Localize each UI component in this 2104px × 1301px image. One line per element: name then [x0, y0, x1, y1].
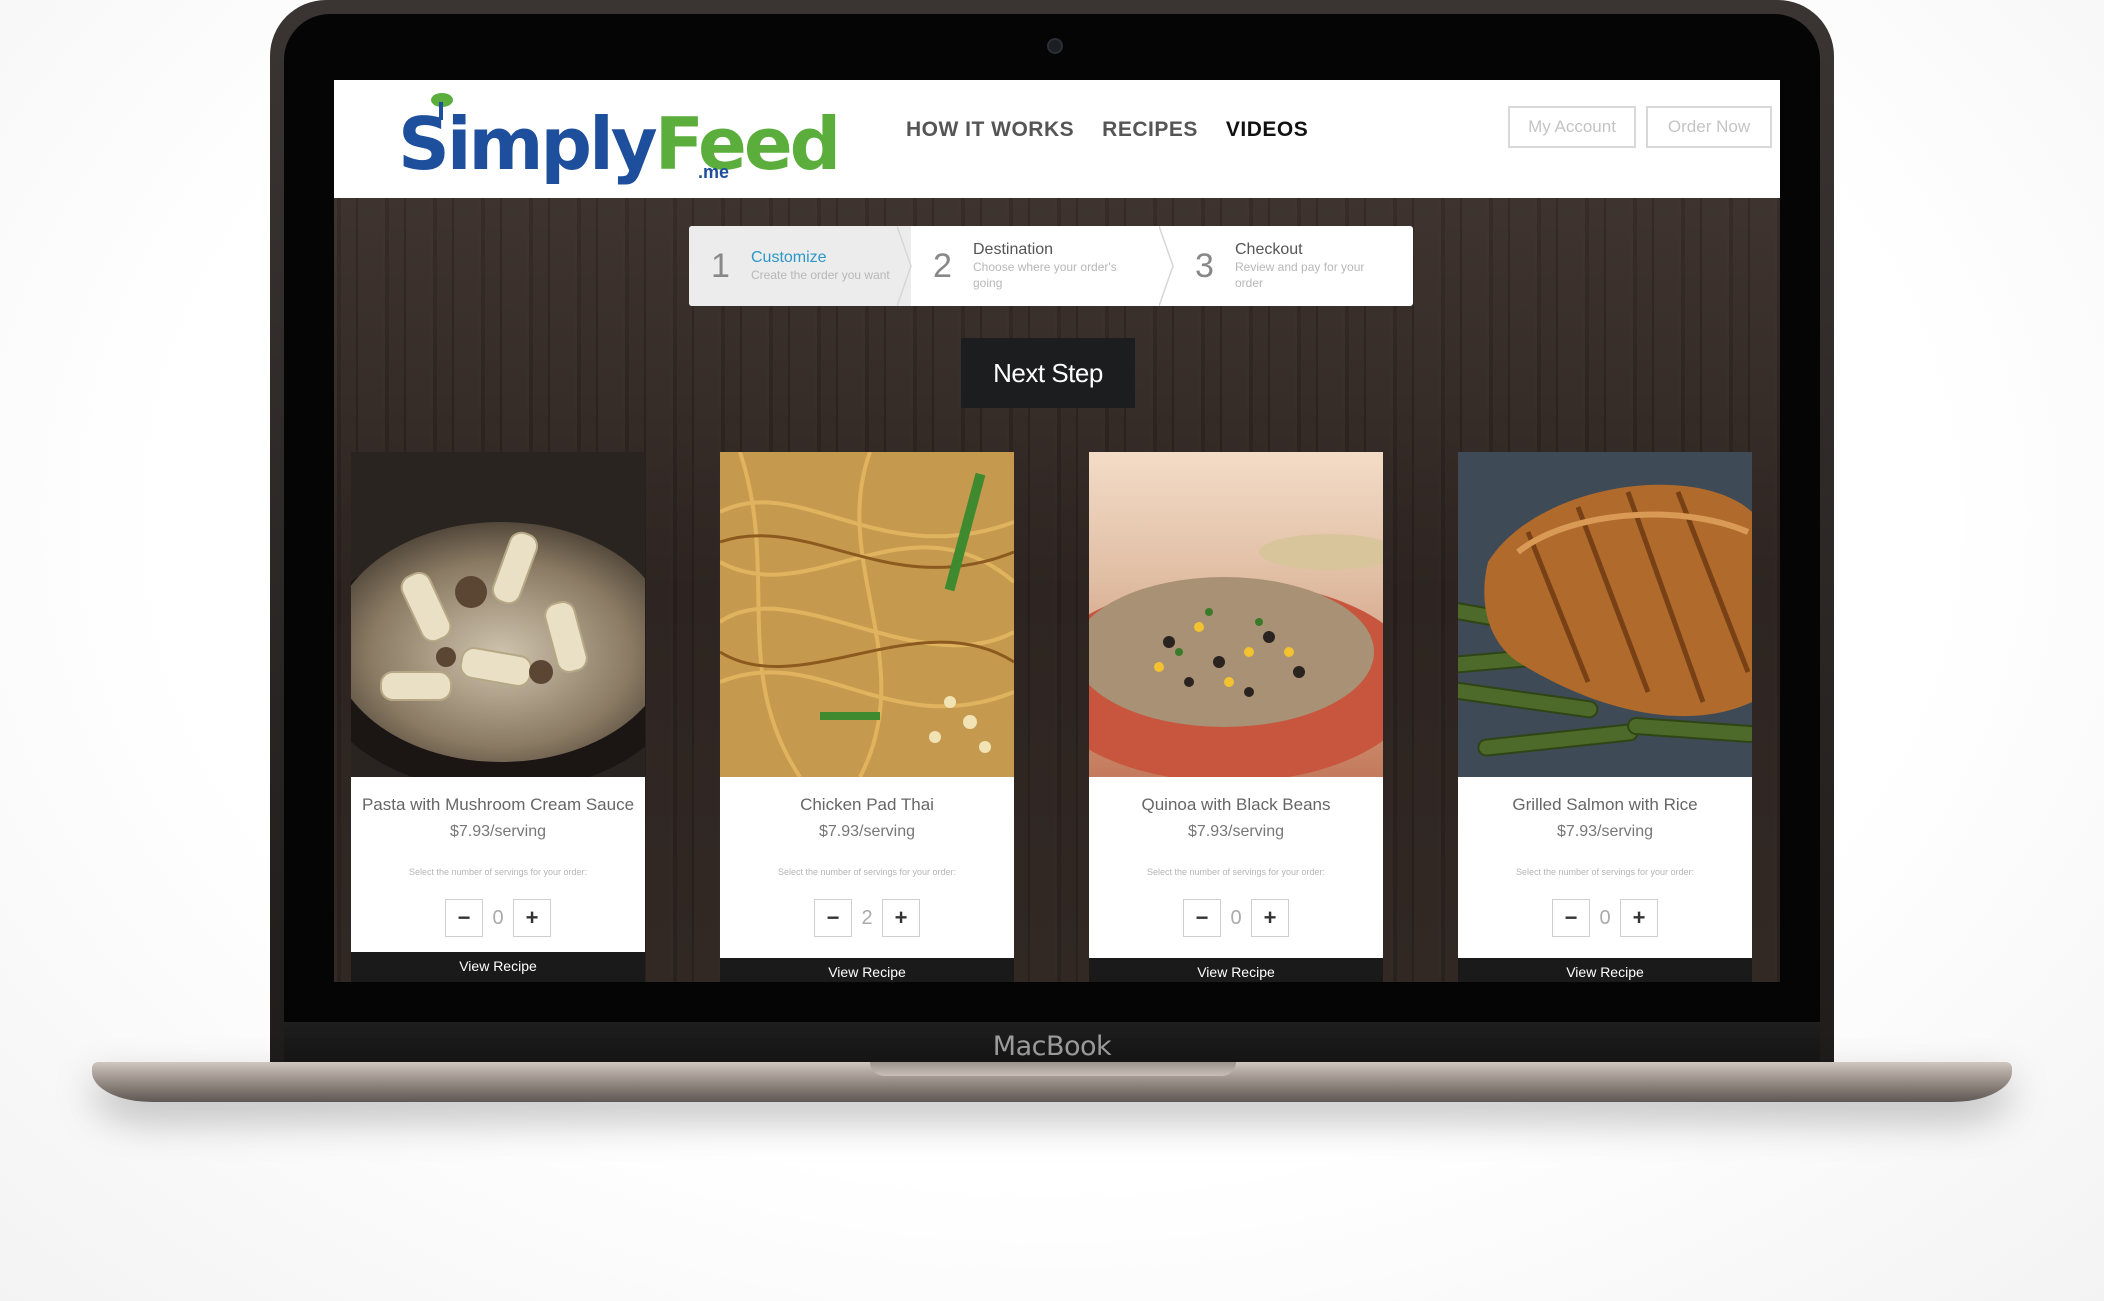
site-header: SimplyFeed .me HOW IT WORKS RECIPES VIDE…: [334, 80, 1780, 198]
increase-servings-button[interactable]: +: [882, 899, 920, 937]
my-account-button[interactable]: My Account: [1508, 106, 1636, 148]
step-chevron-icon: [1159, 226, 1174, 306]
increase-servings-button[interactable]: +: [513, 899, 551, 937]
step-title: Destination: [973, 240, 1054, 258]
servings-count: 0: [1599, 906, 1611, 929]
servings-hint: Select the number of servings for your o…: [1515, 867, 1695, 877]
decrease-servings-button[interactable]: −: [445, 899, 483, 937]
recipe-title: Grilled Salmon with Rice: [1512, 795, 1698, 814]
decrease-servings-button[interactable]: −: [1552, 899, 1590, 937]
decrease-servings-button[interactable]: −: [1183, 899, 1221, 937]
step-description: Create the order you want: [751, 267, 890, 282]
view-recipe-button[interactable]: View Recipe: [1458, 958, 1752, 982]
step-number: 2: [933, 246, 952, 285]
step-chevron-icon: [897, 226, 912, 306]
recipe-card: Pasta with Mushroom Cream Sauce $7.93/se…: [351, 452, 645, 982]
servings-count: 2: [861, 906, 873, 929]
recipe-price: $7.93/serving: [1556, 823, 1654, 840]
device-brand-label: MacBook: [992, 1030, 1112, 1062]
decrease-servings-button[interactable]: −: [814, 899, 852, 937]
webcam: [1047, 38, 1063, 54]
servings-stepper: − 0 +: [351, 899, 645, 937]
order-now-button[interactable]: Order Now: [1646, 106, 1772, 148]
next-step-button[interactable]: Next Step: [961, 338, 1135, 408]
recipe-title: Chicken Pad Thai: [800, 795, 934, 814]
step-description: Choose where your order's going: [973, 259, 1117, 290]
servings-hint: Select the number of servings for your o…: [1146, 867, 1326, 877]
view-recipe-button[interactable]: View Recipe: [720, 958, 1014, 982]
servings-hint: Select the number of servings for your o…: [408, 867, 588, 877]
recipe-price: $7.93/serving: [818, 823, 916, 840]
servings-hint: Select the number of servings for your o…: [777, 867, 957, 877]
step-customize[interactable]: 1 Customize Create the order you want: [689, 226, 912, 306]
recipe-price: $7.93/serving: [1187, 823, 1285, 840]
nav-recipes[interactable]: RECIPES: [1102, 118, 1198, 142]
logo-suffix: .me: [698, 162, 730, 182]
nav-videos[interactable]: VIDEOS: [1226, 118, 1308, 142]
nav-how-it-works[interactable]: HOW IT WORKS: [906, 118, 1074, 142]
servings-stepper: − 0 +: [1089, 899, 1383, 937]
servings-stepper: − 2 +: [720, 899, 1014, 937]
step-destination[interactable]: 2 Destination Choose where your order's …: [911, 226, 1174, 306]
order-stepper: 1 Customize Create the order you want 2 …: [689, 226, 1413, 306]
main-nav: HOW IT WORKS RECIPES VIDEOS: [906, 118, 1308, 142]
step-title: Customize: [751, 248, 827, 266]
step-checkout[interactable]: 3 Checkout Review and pay for your order: [1173, 226, 1413, 306]
logo-wordmark: SimplyFeed: [398, 102, 841, 186]
step-title: Checkout: [1235, 240, 1303, 258]
step-number: 3: [1195, 246, 1214, 285]
recipe-title: Quinoa with Black Beans: [1141, 795, 1331, 814]
step-description: Review and pay for your order: [1235, 259, 1365, 290]
recipe-price: $7.93/serving: [449, 823, 547, 840]
browser-viewport: SimplyFeed .me HOW IT WORKS RECIPES VIDE…: [334, 80, 1780, 982]
recipe-card: Chicken Pad Thai $7.93/serving Select th…: [720, 452, 1014, 982]
view-recipe-button[interactable]: View Recipe: [1089, 958, 1383, 982]
laptop-hinge-notch: [870, 1062, 1236, 1076]
increase-servings-button[interactable]: +: [1251, 899, 1289, 937]
simplyfeed-logo[interactable]: SimplyFeed .me: [398, 90, 841, 190]
increase-servings-button[interactable]: +: [1620, 899, 1658, 937]
servings-count: 0: [492, 906, 504, 929]
view-recipe-button[interactable]: View Recipe: [351, 952, 645, 982]
recipe-photo-pad-thai[interactable]: [720, 452, 1014, 777]
recipe-photo-pasta[interactable]: [351, 452, 645, 777]
step-number: 1: [711, 246, 730, 285]
recipe-card: Grilled Salmon with Rice $7.93/serving S…: [1458, 452, 1752, 982]
recipe-photo-salmon[interactable]: [1458, 452, 1752, 777]
recipe-card: Quinoa with Black Beans $7.93/serving Se…: [1089, 452, 1383, 982]
servings-stepper: − 0 +: [1458, 899, 1752, 937]
servings-count: 0: [1230, 906, 1242, 929]
recipe-photo-quinoa[interactable]: [1089, 452, 1383, 777]
recipe-title: Pasta with Mushroom Cream Sauce: [361, 795, 635, 814]
